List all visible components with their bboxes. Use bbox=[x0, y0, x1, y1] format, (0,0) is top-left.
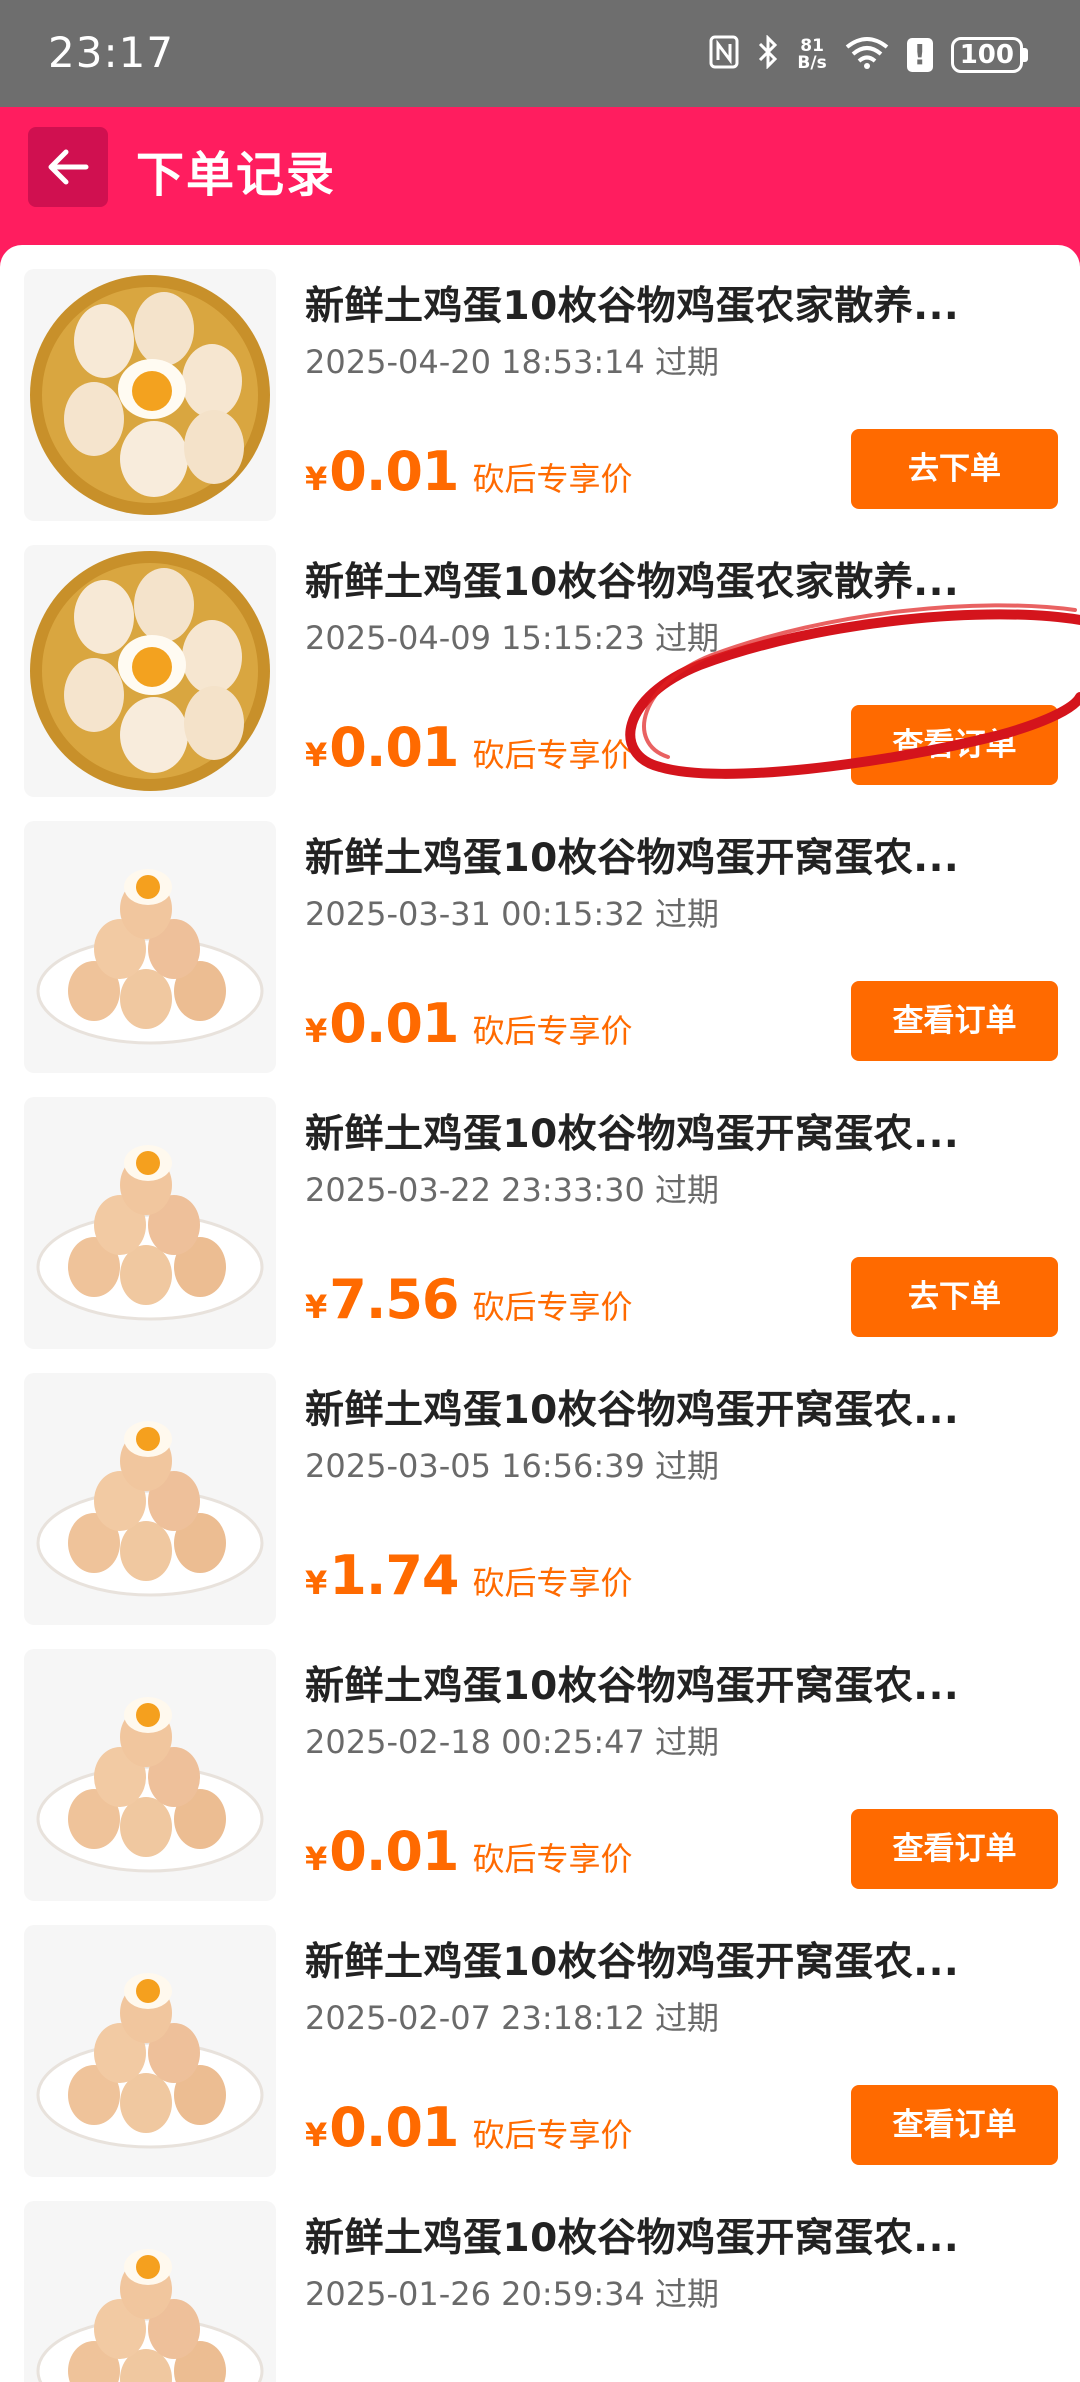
header: 下单记录 bbox=[0, 107, 1080, 245]
currency-symbol: ¥ bbox=[305, 736, 328, 774]
price: ¥ 0.01 砍后专享价 bbox=[305, 2096, 633, 2159]
page-title: 下单记录 bbox=[136, 147, 337, 203]
currency-symbol: ¥ bbox=[305, 1564, 328, 1602]
view-order-button[interactable]: 查看订单 bbox=[851, 2085, 1058, 2165]
egg-plate-image bbox=[36, 869, 264, 1045]
price: ¥ 7.56 砍后专享价 bbox=[305, 1268, 633, 1331]
price-note: 砍后专享价 bbox=[472, 2116, 633, 2154]
place-order-button[interactable]: 去下单 bbox=[851, 1257, 1058, 1337]
expiry-date: 2025-03-31 00:15:32 过期 bbox=[305, 895, 720, 933]
price-note: 砍后专享价 bbox=[472, 1840, 633, 1878]
expiry-date: 2025-04-09 15:15:23 过期 bbox=[305, 619, 720, 657]
egg-plate-image bbox=[36, 1145, 264, 1321]
currency-symbol: ¥ bbox=[305, 460, 328, 498]
egg-plate-image bbox=[36, 1421, 264, 1597]
currency-symbol: ¥ bbox=[305, 1840, 328, 1878]
product-title: 新鲜土鸡蛋10枚谷物鸡蛋开窝蛋农... bbox=[305, 1940, 960, 1985]
price-value: 0.01 bbox=[329, 992, 459, 1055]
status-icons: 81 B/s ! 100 bbox=[709, 30, 1028, 80]
price-note: 砍后专享价 bbox=[472, 1564, 633, 1602]
product-image bbox=[24, 2201, 276, 2382]
egg-plate-image bbox=[36, 2249, 264, 2382]
status-time: 23:17 bbox=[48, 28, 175, 77]
expiry-date: 2025-02-07 23:18:12 过期 bbox=[305, 1999, 720, 2037]
place-order-button[interactable]: 去下单 bbox=[851, 429, 1058, 509]
product-image bbox=[24, 545, 276, 797]
order-item[interactable]: 新鲜土鸡蛋10枚谷物鸡蛋农家散养... 2025-04-09 15:15:23 … bbox=[0, 521, 1080, 797]
order-item[interactable]: 新鲜土鸡蛋10枚谷物鸡蛋开窝蛋农... 2025-02-07 23:18:12 … bbox=[0, 1901, 1080, 2177]
price-note: 砍后专享价 bbox=[472, 736, 633, 774]
wifi-icon bbox=[845, 35, 889, 75]
egg-basket-image bbox=[30, 275, 270, 515]
expiry-date: 2025-01-26 20:59:34 过期 bbox=[305, 2275, 720, 2313]
status-bar: 23:17 81 B/s ! 100 bbox=[0, 0, 1080, 107]
product-title: 新鲜土鸡蛋10枚谷物鸡蛋农家散养... bbox=[305, 284, 960, 329]
price-value: 0.01 bbox=[329, 716, 459, 779]
egg-basket-image bbox=[30, 551, 270, 791]
order-item[interactable]: 新鲜土鸡蛋10枚谷物鸡蛋开窝蛋农... 2025-03-31 00:15:32 … bbox=[0, 797, 1080, 1073]
product-image bbox=[24, 821, 276, 1073]
order-item[interactable]: 新鲜土鸡蛋10枚谷物鸡蛋农家散养... 2025-04-20 18:53:14 … bbox=[0, 245, 1080, 521]
order-item[interactable]: 新鲜土鸡蛋10枚谷物鸡蛋开窝蛋农... 2025-03-05 16:56:39 … bbox=[0, 1349, 1080, 1625]
order-item[interactable]: 新鲜土鸡蛋10枚谷物鸡蛋开窝蛋农... 2025-03-22 23:33:30 … bbox=[0, 1073, 1080, 1349]
order-list[interactable]: 新鲜土鸡蛋10枚谷物鸡蛋农家散养... 2025-04-20 18:53:14 … bbox=[0, 245, 1080, 2382]
bluetooth-icon bbox=[757, 34, 779, 75]
expiry-date: 2025-02-18 00:25:47 过期 bbox=[305, 1723, 720, 1761]
price: ¥ 0.01 砍后专享价 bbox=[305, 440, 633, 503]
price-value: 1.74 bbox=[329, 1544, 459, 1607]
arrow-left-icon bbox=[48, 149, 89, 185]
view-order-button[interactable]: 查看订单 bbox=[851, 981, 1058, 1061]
price-note: 砍后专享价 bbox=[472, 1012, 633, 1050]
order-item[interactable]: 新鲜土鸡蛋10枚谷物鸡蛋开窝蛋农... 2025-02-18 00:25:47 … bbox=[0, 1625, 1080, 1901]
product-title: 新鲜土鸡蛋10枚谷物鸡蛋开窝蛋农... bbox=[305, 1388, 960, 1433]
network-speed: 81 B/s bbox=[797, 38, 826, 72]
egg-plate-image bbox=[36, 1697, 264, 1873]
product-image bbox=[24, 1925, 276, 2177]
nfc-icon bbox=[709, 35, 739, 75]
expiry-date: 2025-03-22 23:33:30 过期 bbox=[305, 1171, 720, 1209]
price: ¥ 0.01 砍后专享价 bbox=[305, 716, 633, 779]
price: ¥ 0.01 砍后专享价 bbox=[305, 992, 633, 1055]
view-order-button[interactable]: 查看订单 bbox=[851, 705, 1058, 785]
alert-icon: ! bbox=[906, 38, 933, 72]
price-value: 0.01 bbox=[329, 440, 459, 503]
price-value: 0.01 bbox=[329, 2096, 459, 2159]
battery-level: 100 bbox=[950, 37, 1023, 73]
price-note: 砍后专享价 bbox=[472, 460, 633, 498]
battery-tip bbox=[1023, 48, 1028, 62]
price: ¥ 0.01 砍后专享价 bbox=[305, 1820, 633, 1883]
expiry-date: 2025-03-05 16:56:39 过期 bbox=[305, 1447, 720, 1485]
product-image bbox=[24, 1649, 276, 1901]
expiry-date: 2025-04-20 18:53:14 过期 bbox=[305, 343, 720, 381]
product-title: 新鲜土鸡蛋10枚谷物鸡蛋开窝蛋农... bbox=[305, 1112, 960, 1157]
product-image bbox=[24, 1097, 276, 1349]
price-value: 7.56 bbox=[329, 1268, 459, 1331]
view-order-button[interactable]: 查看订单 bbox=[851, 1809, 1058, 1889]
egg-plate-image bbox=[36, 1973, 264, 2149]
product-image bbox=[24, 1373, 276, 1625]
back-button[interactable] bbox=[28, 127, 108, 207]
order-item[interactable]: 新鲜土鸡蛋10枚谷物鸡蛋开窝蛋农... 2025-01-26 20:59:34 … bbox=[0, 2177, 1080, 2382]
price-note: 砍后专享价 bbox=[472, 1288, 633, 1326]
currency-symbol: ¥ bbox=[305, 1012, 328, 1050]
price-value: 0.01 bbox=[329, 1820, 459, 1883]
currency-symbol: ¥ bbox=[305, 2116, 328, 2154]
product-title: 新鲜土鸡蛋10枚谷物鸡蛋开窝蛋农... bbox=[305, 836, 960, 881]
network-speed-unit: B/s bbox=[797, 53, 827, 73]
product-title: 新鲜土鸡蛋10枚谷物鸡蛋开窝蛋农... bbox=[305, 1664, 960, 1709]
product-title: 新鲜土鸡蛋10枚谷物鸡蛋开窝蛋农... bbox=[305, 2216, 960, 2261]
currency-symbol: ¥ bbox=[305, 1288, 328, 1326]
battery-icon: 100 bbox=[950, 37, 1028, 73]
product-image bbox=[24, 269, 276, 521]
price: ¥ 1.74 砍后专享价 bbox=[305, 1544, 633, 1607]
product-title: 新鲜土鸡蛋10枚谷物鸡蛋农家散养... bbox=[305, 560, 960, 605]
